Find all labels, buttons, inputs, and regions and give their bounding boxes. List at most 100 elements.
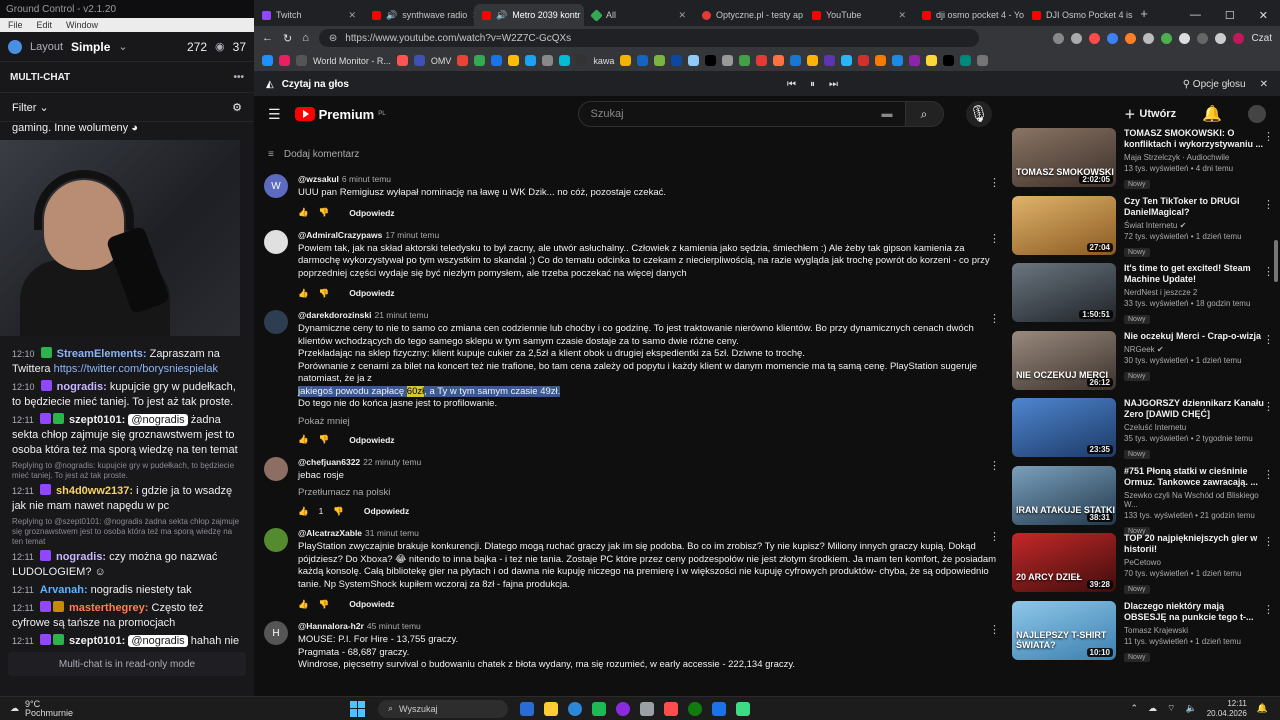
avatar[interactable]	[264, 528, 288, 552]
bookmark-icon[interactable]	[926, 55, 938, 66]
avatar[interactable]	[8, 39, 22, 54]
bookmark-icon[interactable]	[756, 55, 768, 66]
extension-icon[interactable]	[1161, 32, 1173, 44]
bookmark-icon[interactable]	[576, 55, 588, 66]
bookmark-icon[interactable]	[262, 55, 273, 66]
search-button[interactable]: ⌕	[905, 101, 944, 127]
close-icon[interactable]: ✕	[348, 10, 356, 21]
more-icon[interactable]: ⋮	[1263, 603, 1274, 616]
speaker-icon[interactable]: 🔊	[386, 10, 397, 21]
tab-dji-search[interactable]: dji osmo pocket 4 - Yo✕	[914, 4, 1024, 26]
keyboard-icon[interactable]: ▬	[882, 108, 893, 120]
bookmark-icon[interactable]	[279, 55, 290, 66]
show-less-button[interactable]: Pokaż mniej	[298, 416, 998, 427]
comment-time[interactable]: 22 minuty temu	[363, 457, 421, 467]
more-icon[interactable]: ⋮	[1263, 333, 1274, 346]
previous-icon[interactable]: ⏮	[787, 79, 796, 90]
taskbar-search[interactable]: ⌕ Wyszukaj	[378, 699, 508, 718]
more-icon[interactable]: ⋮	[989, 232, 1000, 245]
avatar[interactable]: H	[264, 621, 288, 645]
weather-widget[interactable]: ☁ 9°C Pochmurnie	[0, 699, 350, 718]
bookmark-icon[interactable]	[739, 55, 751, 66]
chevron-up-icon[interactable]: ⌃	[1131, 703, 1139, 714]
extension-icon[interactable]	[1179, 32, 1191, 44]
close-window-icon[interactable]: ✕	[1259, 9, 1268, 22]
menu-window[interactable]: Window	[66, 20, 98, 30]
folder-icon[interactable]	[544, 701, 558, 716]
more-icon[interactable]: ⋮	[1263, 400, 1274, 413]
steam-icon[interactable]	[640, 701, 654, 716]
more-icon[interactable]: •••	[233, 72, 244, 83]
extension-icon[interactable]	[1053, 32, 1065, 44]
reply-button[interactable]: Odpowiedz	[349, 435, 394, 445]
bookmark-icon[interactable]	[296, 55, 307, 66]
more-icon[interactable]: ⋮	[989, 312, 1000, 325]
file-explorer-icon[interactable]	[520, 701, 534, 716]
avatar[interactable]	[264, 229, 288, 254]
video-thumbnail[interactable]: 23:35	[1012, 398, 1116, 457]
channel-name[interactable]: NRGeek ✔	[1124, 345, 1264, 354]
recommendation-item[interactable]: 27:04 Czy Ten TikToker to DRUGI DanielMa…	[1012, 195, 1280, 264]
chat-user[interactable]: StreamElements:	[57, 348, 147, 360]
extension-icon[interactable]	[1125, 32, 1137, 44]
recommendation-item[interactable]: NAJLEPSZY T-SHIRT ŚWIATA? 10:10 Dlaczego …	[1012, 600, 1280, 669]
layout-select[interactable]: Simple	[71, 40, 110, 54]
bookmark-icon[interactable]	[654, 55, 666, 66]
maximize-icon[interactable]: ☐	[1225, 9, 1235, 22]
avatar[interactable]	[264, 310, 288, 334]
minimize-icon[interactable]: —	[1190, 9, 1201, 21]
back-icon[interactable]: ←	[262, 32, 273, 44]
reply-button[interactable]: Odpowiedz	[349, 288, 394, 298]
bookmark-icon[interactable]	[943, 55, 955, 66]
video-title[interactable]: It's time to get excited! Steam Machine …	[1124, 263, 1264, 285]
hamburger-menu-icon[interactable]: ☰	[268, 106, 281, 123]
search-input[interactable]: Szukaj ▬	[577, 101, 906, 127]
recommendation-item[interactable]: TOMASZ SMOKOWSKI 2:02:05 TOMASZ SMOKOWSKI…	[1012, 128, 1280, 196]
thumbs-down-icon[interactable]: 👎	[319, 207, 330, 218]
channel-name[interactable]: Szewko czyli Na Wschód od Bliskiego W...	[1124, 491, 1264, 509]
tab-synthwave[interactable]: 🔊synthwave radio✕	[364, 4, 474, 26]
comment-time[interactable]: 17 minut temu	[385, 230, 439, 240]
reply-button[interactable]: Odpowiedz	[364, 506, 409, 516]
notification-icon[interactable]: 🔔	[1257, 703, 1268, 714]
bookmark-icon[interactable]	[525, 55, 537, 66]
close-icon[interactable]: ✕	[898, 10, 906, 21]
comment-author[interactable]: @AlcatrazXable	[298, 528, 362, 538]
comment-time[interactable]: 45 minut temu	[367, 621, 421, 631]
app-icon[interactable]	[664, 701, 678, 716]
app-icon[interactable]	[712, 701, 726, 716]
tab-metro[interactable]: 🔊Metro 2039 kontr✕	[474, 4, 584, 26]
bookmark-icon[interactable]	[977, 55, 989, 66]
edge-icon[interactable]	[568, 701, 582, 716]
comment-time[interactable]: 31 minut temu	[365, 528, 419, 538]
page-scrollbar[interactable]	[1274, 240, 1278, 282]
video-thumbnail[interactable]: 27:04	[1012, 195, 1116, 255]
gear-icon[interactable]: ⚙	[232, 101, 242, 114]
channel-name[interactable]: NerdNest i jeszcze 2	[1124, 288, 1264, 297]
recommendation-item[interactable]: 1:50:51 It's time to get excited! Steam …	[1012, 263, 1280, 331]
bookmark-icon[interactable]	[637, 55, 649, 66]
bookmark-icon[interactable]	[807, 55, 819, 66]
chat-user[interactable]: szept0101:	[69, 635, 125, 647]
channel-name[interactable]: Czeluść Internetu	[1124, 423, 1264, 432]
start-button[interactable]	[350, 700, 366, 717]
translate-button[interactable]: Przetłumacz na polski	[298, 487, 998, 498]
thumbs-up-icon[interactable]: 👍	[298, 599, 309, 610]
create-button[interactable]: ＋ Utwórz	[1124, 106, 1176, 122]
profile-avatar[interactable]	[1215, 32, 1227, 44]
chat-user[interactable]: sh4d0ww2137:	[56, 485, 133, 497]
chat-user[interactable]: nogradis:	[56, 551, 106, 563]
filter-dropdown[interactable]: Filter ⌄	[12, 101, 49, 114]
bookmark-icon[interactable]	[858, 55, 870, 66]
bookmark-icon[interactable]	[491, 55, 503, 66]
more-icon[interactable]: ⋮	[1263, 265, 1274, 278]
video-thumbnail[interactable]: TOMASZ SMOKOWSKI 2:02:05	[1012, 128, 1116, 187]
bookmark-icon[interactable]	[824, 55, 836, 66]
next-icon[interactable]: ⏭	[829, 79, 838, 90]
bookmark-omv[interactable]: OMV	[431, 56, 452, 66]
channel-name[interactable]: PeCetowo	[1124, 558, 1264, 567]
bookmark-icon[interactable]	[474, 55, 486, 66]
chat-user[interactable]: nogradis:	[57, 381, 107, 393]
video-title[interactable]: Dlaczego niektóry mają OBSESJĘ na punkci…	[1124, 601, 1264, 623]
tab-youtube[interactable]: YouTube ✕	[804, 4, 914, 26]
